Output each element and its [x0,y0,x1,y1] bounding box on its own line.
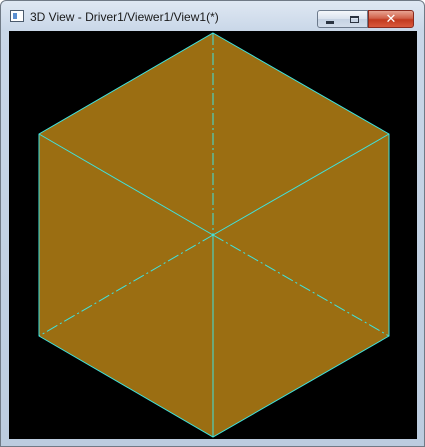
app-window-icon-pane [13,13,17,19]
3d-viewport[interactable] [9,31,417,439]
viewer-window: 3D View - Driver1/Viewer1/View1(*) ✕ [0,0,425,447]
close-icon: ✕ [385,11,397,27]
title-bar[interactable]: 3D View - Driver1/Viewer1/View1(*) ✕ [1,1,424,31]
app-window-icon[interactable] [10,10,24,22]
maximize-button[interactable] [342,10,368,28]
minimize-icon [326,20,334,24]
maximize-icon [350,15,359,23]
close-button[interactable]: ✕ [368,10,414,28]
minimize-button[interactable] [317,10,343,28]
window-title: 3D View - Driver1/Viewer1/View1(*) [30,10,219,24]
3d-scene [38,32,390,438]
